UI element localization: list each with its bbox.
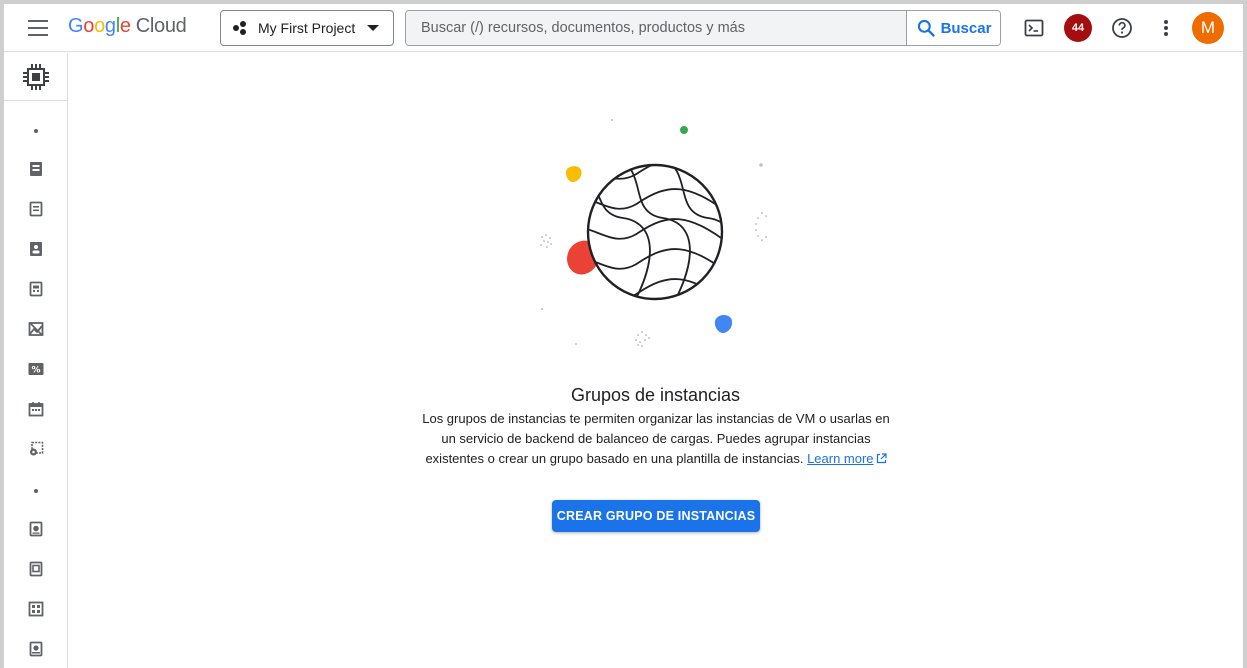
migrate-icon: [29, 441, 43, 456]
compute-engine-button[interactable]: [4, 53, 67, 101]
section-divider-dot: [34, 489, 38, 493]
chevron-down-icon: [367, 25, 379, 31]
search-button-label: Buscar: [940, 19, 992, 37]
project-icon: [233, 21, 249, 35]
rail-item-sole-tenant-nodes[interactable]: [4, 237, 67, 261]
rail-item-images[interactable]: [4, 597, 67, 621]
committed-use-discounts-icon: %: [28, 363, 43, 376]
tpus-icon: [28, 322, 43, 336]
project-name: My First Project: [258, 20, 356, 36]
create-instance-group-button[interactable]: CREAR GRUPO DE INSTANCIAS: [552, 500, 760, 532]
globe-illustration: [540, 119, 767, 347]
instance-templates-icon: [29, 201, 42, 217]
globe-outline: [586, 163, 724, 301]
reservations-icon: [28, 402, 43, 417]
rail-item-tpus[interactable]: [4, 317, 67, 341]
help-icon: [1112, 18, 1132, 38]
svg-text:%: %: [31, 366, 40, 376]
search-bar: Buscar: [405, 10, 1001, 46]
google-wordmark: Google: [68, 15, 131, 38]
main-menu-icon[interactable]: [24, 16, 52, 40]
logo-letter: g: [104, 15, 116, 37]
cloud-wordmark: Cloud: [135, 15, 187, 37]
blue-blob: [714, 315, 733, 333]
logo-letter: e: [119, 15, 131, 37]
rail-item-instance-templates[interactable]: [4, 197, 67, 221]
sole-tenant-nodes-icon: [29, 242, 42, 256]
top-bar: Google Cloud My First Project Buscar 44: [4, 4, 1243, 52]
green-dot: [680, 126, 688, 134]
terminal-icon: [1024, 19, 1044, 37]
rail-item-disks[interactable]: [4, 517, 67, 541]
snapshots-icon: [29, 561, 42, 577]
storage-pools-icon: [29, 641, 42, 657]
notifications-badge[interactable]: 44: [1064, 14, 1092, 42]
rail-item-snapshots[interactable]: [4, 557, 67, 581]
page-title: Grupos de instancias: [570, 385, 741, 405]
rail-item-storage-pools[interactable]: [4, 637, 67, 661]
logo-letter: o: [83, 15, 95, 37]
main-content: Grupos de instancias Los grupos de insta…: [68, 53, 1243, 668]
search-icon: [917, 19, 935, 37]
rail-item-machine-images[interactable]: [4, 277, 67, 301]
cloud-shell-button[interactable]: [1020, 14, 1048, 42]
learn-more-link[interactable]: Learn more: [807, 451, 887, 466]
avatar[interactable]: M: [1192, 12, 1224, 44]
more-vert-icon: [1164, 20, 1168, 36]
page-description: Los grupos de instancias te permiten org…: [420, 409, 892, 469]
rail-item-migrate[interactable]: [4, 437, 67, 461]
yellow-blob: [565, 166, 582, 183]
rail-item-committed-use-discounts[interactable]: %: [4, 357, 67, 381]
section-divider-dot: [34, 129, 38, 133]
project-picker[interactable]: My First Project: [220, 10, 394, 46]
disks-icon: [29, 521, 42, 537]
compute-engine-icon: [22, 63, 49, 90]
vm-instances-icon: [29, 162, 42, 176]
search-input[interactable]: [406, 11, 906, 45]
machine-images-icon: [29, 281, 42, 297]
more-options-button[interactable]: [1152, 14, 1180, 42]
images-icon: [28, 601, 43, 617]
search-button[interactable]: Buscar: [906, 11, 1000, 45]
rail-item-vm-instances[interactable]: [4, 157, 67, 181]
left-nav-rail: %: [4, 53, 68, 668]
logo-letter: G: [68, 15, 84, 37]
external-link-icon: [876, 453, 887, 464]
logo-letter: o: [94, 15, 105, 37]
help-button[interactable]: [1108, 14, 1136, 42]
rail-item-reservations[interactable]: [4, 397, 67, 421]
google-cloud-logo[interactable]: Google Cloud: [68, 15, 187, 41]
